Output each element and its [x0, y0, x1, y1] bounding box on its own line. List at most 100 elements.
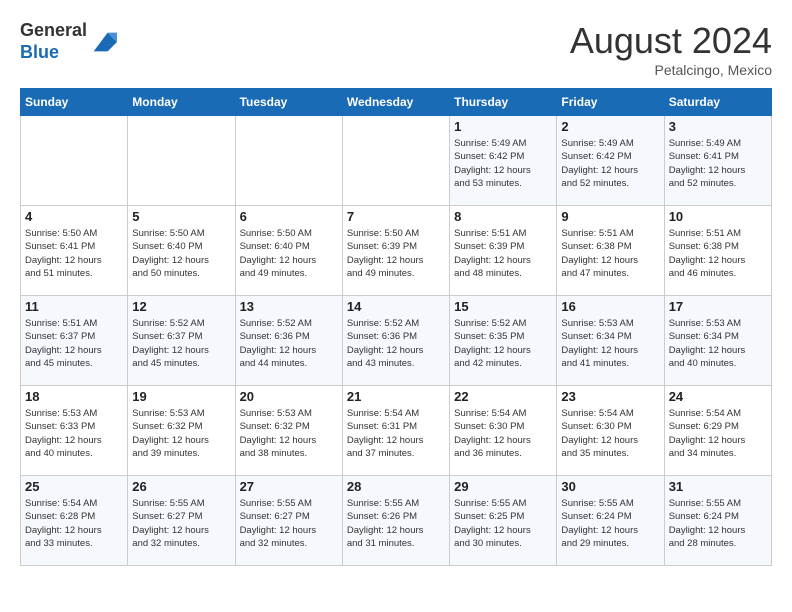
day-info: Sunrise: 5:54 AM Sunset: 6:28 PM Dayligh…: [25, 497, 123, 550]
header-cell-friday: Friday: [557, 89, 664, 116]
header-cell-thursday: Thursday: [450, 89, 557, 116]
day-info: Sunrise: 5:52 AM Sunset: 6:35 PM Dayligh…: [454, 317, 552, 370]
day-cell: 25 Sunrise: 5:54 AM Sunset: 6:28 PM Dayli…: [21, 476, 128, 566]
week-row-5: 25 Sunrise: 5:54 AM Sunset: 6:28 PM Dayli…: [21, 476, 772, 566]
header-cell-wednesday: Wednesday: [342, 89, 449, 116]
location: Petalcingo, Mexico: [570, 62, 772, 78]
day-info: Sunrise: 5:53 AM Sunset: 6:34 PM Dayligh…: [561, 317, 659, 370]
day-number: 24: [669, 389, 767, 404]
week-row-1: 1 Sunrise: 5:49 AM Sunset: 6:42 PM Daylig…: [21, 116, 772, 206]
day-cell: 11Sunrise: 5:51 AM Sunset: 6:37 PM Dayli…: [21, 296, 128, 386]
day-info: Sunrise: 5:50 AM Sunset: 6:40 PM Dayligh…: [240, 227, 338, 280]
day-cell: 29Sunrise: 5:55 AM Sunset: 6:25 PM Dayli…: [450, 476, 557, 566]
day-cell: 17 Sunrise: 5:53 AM Sunset: 6:34 PM Dayli…: [664, 296, 771, 386]
day-cell: 27 Sunrise: 5:55 AM Sunset: 6:27 PM Dayli…: [235, 476, 342, 566]
day-cell: 30Sunrise: 5:55 AM Sunset: 6:24 PM Dayli…: [557, 476, 664, 566]
header-row: SundayMondayTuesdayWednesdayThursdayFrid…: [21, 89, 772, 116]
day-number: 6: [240, 209, 338, 224]
day-cell: [21, 116, 128, 206]
day-cell: 22 Sunrise: 5:54 AM Sunset: 6:30 PM Dayli…: [450, 386, 557, 476]
day-info: Sunrise: 5:49 AM Sunset: 6:42 PM Dayligh…: [561, 137, 659, 190]
day-info: Sunrise: 5:54 AM Sunset: 6:29 PM Dayligh…: [669, 407, 767, 460]
day-number: 11: [25, 299, 123, 314]
day-cell: 4 Sunrise: 5:50 AM Sunset: 6:41 PM Daylig…: [21, 206, 128, 296]
day-number: 29: [454, 479, 552, 494]
day-number: 9: [561, 209, 659, 224]
day-number: 27: [240, 479, 338, 494]
header-cell-tuesday: Tuesday: [235, 89, 342, 116]
day-number: 4: [25, 209, 123, 224]
day-number: 1: [454, 119, 552, 134]
day-number: 22: [454, 389, 552, 404]
day-number: 13: [240, 299, 338, 314]
day-cell: 3Sunrise: 5:49 AM Sunset: 6:41 PM Daylig…: [664, 116, 771, 206]
day-info: Sunrise: 5:51 AM Sunset: 6:38 PM Dayligh…: [561, 227, 659, 280]
day-info: Sunrise: 5:51 AM Sunset: 6:39 PM Dayligh…: [454, 227, 552, 280]
day-info: Sunrise: 5:53 AM Sunset: 6:34 PM Dayligh…: [669, 317, 767, 370]
day-info: Sunrise: 5:49 AM Sunset: 6:41 PM Dayligh…: [669, 137, 767, 190]
day-cell: 6 Sunrise: 5:50 AM Sunset: 6:40 PM Daylig…: [235, 206, 342, 296]
week-row-4: 18 Sunrise: 5:53 AM Sunset: 6:33 PM Dayli…: [21, 386, 772, 476]
day-cell: 1Sunrise: 5:49 AM Sunset: 6:42 PM Daylig…: [450, 116, 557, 206]
header-cell-sunday: Sunday: [21, 89, 128, 116]
day-number: 19: [132, 389, 230, 404]
week-row-3: 11Sunrise: 5:51 AM Sunset: 6:37 PM Dayli…: [21, 296, 772, 386]
day-info: Sunrise: 5:51 AM Sunset: 6:38 PM Dayligh…: [669, 227, 767, 280]
day-cell: 15 Sunrise: 5:52 AM Sunset: 6:35 PM Dayli…: [450, 296, 557, 386]
day-number: 14: [347, 299, 445, 314]
day-info: Sunrise: 5:54 AM Sunset: 6:30 PM Dayligh…: [561, 407, 659, 460]
day-cell: [128, 116, 235, 206]
day-number: 2: [561, 119, 659, 134]
day-info: Sunrise: 5:54 AM Sunset: 6:30 PM Dayligh…: [454, 407, 552, 460]
day-cell: 2 Sunrise: 5:49 AM Sunset: 6:42 PM Daylig…: [557, 116, 664, 206]
day-info: Sunrise: 5:55 AM Sunset: 6:27 PM Dayligh…: [240, 497, 338, 550]
day-cell: 13 Sunrise: 5:52 AM Sunset: 6:36 PM Dayli…: [235, 296, 342, 386]
day-info: Sunrise: 5:50 AM Sunset: 6:41 PM Dayligh…: [25, 227, 123, 280]
day-cell: 24 Sunrise: 5:54 AM Sunset: 6:29 PM Dayli…: [664, 386, 771, 476]
day-cell: 20Sunrise: 5:53 AM Sunset: 6:32 PM Dayli…: [235, 386, 342, 476]
day-number: 8: [454, 209, 552, 224]
day-number: 7: [347, 209, 445, 224]
day-number: 10: [669, 209, 767, 224]
day-cell: 8 Sunrise: 5:51 AM Sunset: 6:39 PM Daylig…: [450, 206, 557, 296]
day-number: 28: [347, 479, 445, 494]
day-number: 15: [454, 299, 552, 314]
day-cell: 5Sunrise: 5:50 AM Sunset: 6:40 PM Daylig…: [128, 206, 235, 296]
day-info: Sunrise: 5:53 AM Sunset: 6:33 PM Dayligh…: [25, 407, 123, 460]
logo: General Blue: [20, 20, 117, 63]
day-cell: 9 Sunrise: 5:51 AM Sunset: 6:38 PM Daylig…: [557, 206, 664, 296]
day-info: Sunrise: 5:55 AM Sunset: 6:26 PM Dayligh…: [347, 497, 445, 550]
day-cell: 26Sunrise: 5:55 AM Sunset: 6:27 PM Dayli…: [128, 476, 235, 566]
day-cell: 21 Sunrise: 5:54 AM Sunset: 6:31 PM Dayli…: [342, 386, 449, 476]
day-info: Sunrise: 5:52 AM Sunset: 6:37 PM Dayligh…: [132, 317, 230, 370]
day-info: Sunrise: 5:54 AM Sunset: 6:31 PM Dayligh…: [347, 407, 445, 460]
day-cell: 10 Sunrise: 5:51 AM Sunset: 6:38 PM Dayli…: [664, 206, 771, 296]
day-number: 5: [132, 209, 230, 224]
day-number: 21: [347, 389, 445, 404]
day-number: 30: [561, 479, 659, 494]
day-cell: 18 Sunrise: 5:53 AM Sunset: 6:33 PM Dayli…: [21, 386, 128, 476]
page-header: General Blue August 2024 Petalcingo, Mex…: [20, 20, 772, 78]
header-cell-monday: Monday: [128, 89, 235, 116]
title-block: August 2024 Petalcingo, Mexico: [570, 20, 772, 78]
day-cell: 14Sunrise: 5:52 AM Sunset: 6:36 PM Dayli…: [342, 296, 449, 386]
day-number: 31: [669, 479, 767, 494]
calendar-table: SundayMondayTuesdayWednesdayThursdayFrid…: [20, 88, 772, 566]
day-number: 18: [25, 389, 123, 404]
day-cell: 19 Sunrise: 5:53 AM Sunset: 6:32 PM Dayli…: [128, 386, 235, 476]
day-cell: 28 Sunrise: 5:55 AM Sunset: 6:26 PM Dayli…: [342, 476, 449, 566]
day-number: 12: [132, 299, 230, 314]
month-title: August 2024: [570, 20, 772, 62]
logo-blue: Blue: [20, 42, 59, 62]
day-number: 16: [561, 299, 659, 314]
day-cell: 16 Sunrise: 5:53 AM Sunset: 6:34 PM Dayli…: [557, 296, 664, 386]
day-number: 25: [25, 479, 123, 494]
day-info: Sunrise: 5:55 AM Sunset: 6:24 PM Dayligh…: [669, 497, 767, 550]
day-cell: 12 Sunrise: 5:52 AM Sunset: 6:37 PM Dayli…: [128, 296, 235, 386]
day-info: Sunrise: 5:53 AM Sunset: 6:32 PM Dayligh…: [132, 407, 230, 460]
logo-general: General: [20, 20, 87, 40]
day-number: 23: [561, 389, 659, 404]
day-info: Sunrise: 5:52 AM Sunset: 6:36 PM Dayligh…: [240, 317, 338, 370]
day-info: Sunrise: 5:55 AM Sunset: 6:27 PM Dayligh…: [132, 497, 230, 550]
day-number: 17: [669, 299, 767, 314]
